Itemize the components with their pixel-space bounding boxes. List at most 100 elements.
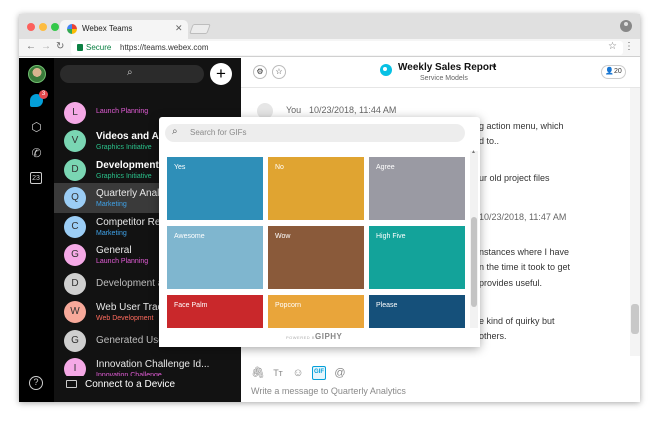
minimize-window-button[interactable] <box>39 23 47 31</box>
cast-icon <box>66 380 77 388</box>
gif-tile[interactable]: Face Palm <box>167 295 263 328</box>
gif-search-field[interactable]: ⌕ Search for GIFs <box>165 124 465 142</box>
url-field[interactable]: Secure https://teams.webex.com ☆ <box>71 41 623 55</box>
close-window-button[interactable] <box>27 23 35 31</box>
gif-tile-label: High Five <box>376 233 406 240</box>
bookmark-star-icon[interactable]: ☆ <box>608 41 617 52</box>
message-line: g action menu, which <box>479 121 564 131</box>
space-avatar: Q <box>64 187 86 209</box>
space-team-label: Launch Planning <box>96 108 149 115</box>
gif-tile-label: Agree <box>376 164 395 171</box>
space-avatar: G <box>64 330 86 352</box>
connect-label: Connect to a Device <box>85 379 176 390</box>
mention-icon[interactable]: @ <box>333 366 347 380</box>
gif-picker-popup: ⌕ Search for GIFs Yes No Agree Awesome Wow Hi… <box>159 117 480 347</box>
gif-search-input[interactable]: Search for GIFs <box>190 128 246 137</box>
message-input[interactable]: Write a message to Quarterly Analytics <box>251 386 406 396</box>
giphy-logo: GIPHY <box>315 332 343 341</box>
gif-tile-label: Face Palm <box>174 302 208 309</box>
space-team-label: Marketing <box>96 230 127 237</box>
gif-tile-label: Please <box>376 302 398 309</box>
conversation-scroll-thumb[interactable] <box>631 304 639 334</box>
message-line: others. <box>479 331 507 341</box>
attach-icon[interactable]: 🖇 <box>251 366 265 380</box>
space-avatar: C <box>64 216 86 238</box>
gif-tile[interactable]: No <box>268 157 364 220</box>
participants-button[interactable]: 👤20 <box>601 65 626 79</box>
gif-tile[interactable]: Please <box>369 295 465 328</box>
gif-tile[interactable]: Popcorn <box>268 295 364 328</box>
space-name: Competitor Re <box>96 217 161 228</box>
scroll-up-arrow-icon[interactable]: ▲ <box>471 149 476 155</box>
space-team-label: Graphics Initiative <box>96 144 152 151</box>
format-text-icon[interactable]: Tт <box>271 366 285 380</box>
user-avatar[interactable] <box>28 65 46 83</box>
message-line: d to.. <box>479 136 500 146</box>
url-text: https://teams.webex.com <box>120 43 209 52</box>
message-line: n the time it took to get <box>479 262 571 272</box>
space-team-label: Marketing <box>96 201 127 208</box>
powered-by-label: POWERED BY <box>286 335 319 340</box>
space-team-label: Graphics Initiative <box>96 173 152 180</box>
space-name: Quarterly Analy <box>96 188 165 199</box>
new-tab-button[interactable] <box>189 24 211 34</box>
gif-tile-label: Yes <box>174 164 186 171</box>
tab-close-icon[interactable]: ✕ <box>175 23 183 34</box>
gif-scroll-thumb[interactable] <box>471 217 477 307</box>
chevron-down-icon[interactable]: ⌄ <box>490 60 498 71</box>
space-name: Development A <box>96 160 169 171</box>
space-name: Development a <box>96 278 164 289</box>
browser-tab[interactable]: Webex Teams ✕ <box>60 20 188 39</box>
space-avatar: L <box>64 102 86 124</box>
space-avatar: D <box>64 273 86 295</box>
connect-to-device-button[interactable]: Connect to a Device <box>54 376 241 402</box>
settings-gear-icon[interactable]: ⚙ <box>253 65 267 79</box>
secure-label: Secure <box>86 43 112 52</box>
space-title[interactable]: Weekly Sales Report <box>398 62 496 73</box>
giphy-attribution: POWERED BY GIPHY <box>159 328 480 347</box>
forward-icon[interactable]: → <box>41 41 51 52</box>
help-icon[interactable]: ? <box>29 376 43 390</box>
message-author: You <box>286 105 302 115</box>
message-timestamp: 10/23/2018, 11:47 AM <box>479 212 567 222</box>
message-line: provides useful. <box>479 278 543 288</box>
calls-icon[interactable]: ✆ <box>29 146 44 160</box>
lock-icon <box>77 44 83 51</box>
emoji-icon[interactable]: ☺ <box>291 366 305 380</box>
favorite-star-icon[interactable]: ☆ <box>272 65 286 79</box>
tab-bar: Webex Teams ✕ <box>19 14 640 39</box>
message-line: ur old project files <box>479 173 550 183</box>
search-icon: ⌕ <box>172 126 178 137</box>
gif-tile-label: Popcorn <box>275 302 302 309</box>
teams-icon[interactable]: ⬡ <box>29 120 44 134</box>
chrome-favicon-icon <box>67 24 77 34</box>
participant-count: 20 <box>613 68 622 75</box>
calendar-icon[interactable]: 23 <box>30 172 42 184</box>
chrome-menu-icon[interactable]: ⋮ <box>624 41 634 52</box>
maximize-window-button[interactable] <box>51 23 59 31</box>
create-space-button[interactable]: + <box>210 63 232 85</box>
message-line: nstances where I have <box>479 247 570 257</box>
gif-tile[interactable]: Agree <box>369 157 465 220</box>
spaces-search-input[interactable]: ⌕ <box>60 65 204 83</box>
space-team-label: Launch Planning <box>96 258 149 265</box>
space-name: General <box>96 245 132 256</box>
search-icon: ⌕ <box>127 67 133 78</box>
back-icon[interactable]: ← <box>26 41 36 52</box>
composer: 🖇 Tт ☺ GIF @ Write a message to Quarterl… <box>241 358 640 402</box>
unread-badge: 3 <box>39 90 48 99</box>
gif-tile[interactable]: Awesome <box>167 226 263 289</box>
gif-tile[interactable]: Yes <box>167 157 263 220</box>
message-timestamp: 10/23/2018, 11:44 AM <box>309 105 397 115</box>
space-avatar: W <box>64 301 86 323</box>
space-avatar: V <box>64 130 86 152</box>
gif-tile[interactable]: High Five <box>369 226 465 289</box>
gif-tile-label: No <box>275 164 284 171</box>
space-avatar: D <box>64 159 86 181</box>
reload-icon[interactable]: ↻ <box>56 41 64 52</box>
address-bar: ← → ↻ Secure https://teams.webex.com ☆ ⋮ <box>19 39 640 57</box>
space-header: ⚙ ☆ Weekly Sales Report ⌄ Service Models… <box>241 58 640 88</box>
profile-icon[interactable] <box>620 20 632 32</box>
gif-button[interactable]: GIF <box>312 366 326 380</box>
gif-tile[interactable]: Wow <box>268 226 364 289</box>
